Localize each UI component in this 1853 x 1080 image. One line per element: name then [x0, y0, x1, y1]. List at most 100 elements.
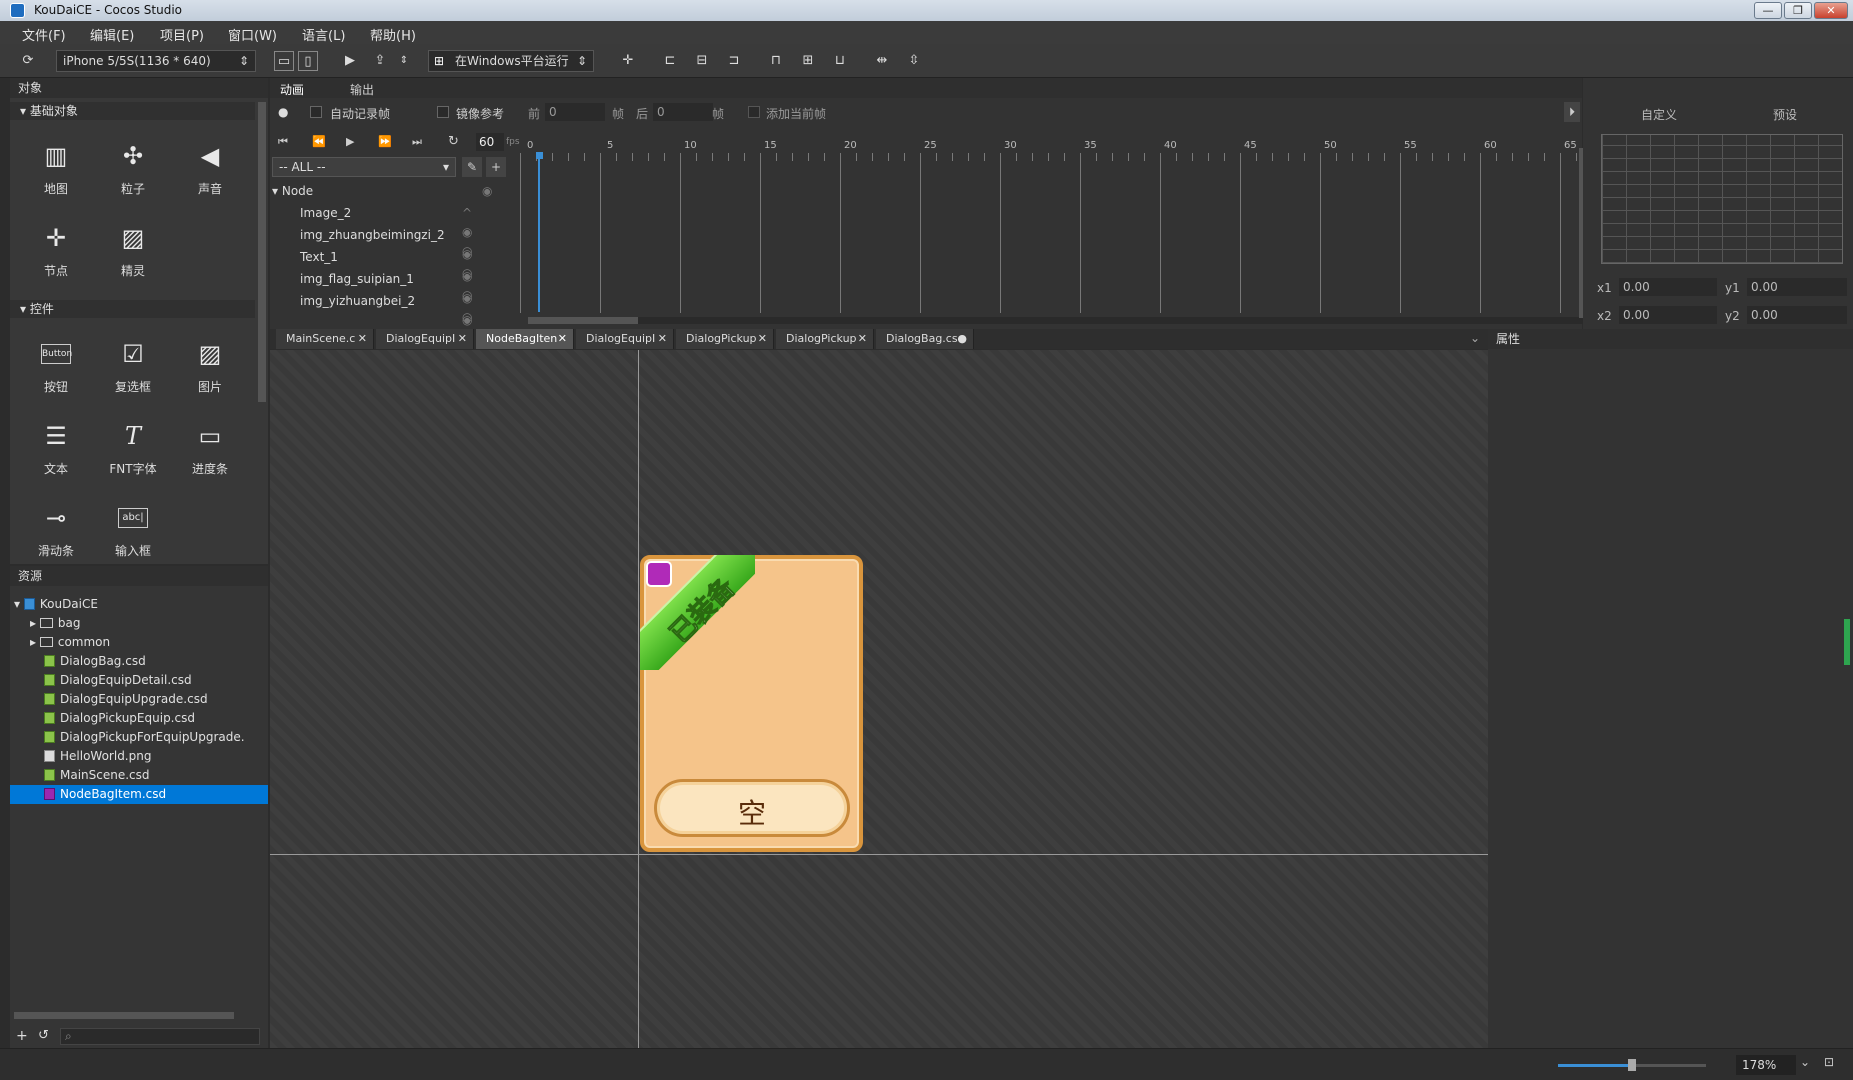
timeline-hscroll-thumb[interactable]: [528, 317, 638, 324]
resource-search-input[interactable]: ⌕: [60, 1028, 260, 1045]
publish-options-icon[interactable]: ⇕: [394, 51, 414, 71]
tree-item-dialogbag[interactable]: DialogBag.csd: [10, 652, 146, 671]
play-animation-icon[interactable]: ▶: [346, 135, 354, 148]
next-frames-input[interactable]: 0: [653, 103, 713, 121]
tree-item-helloworld[interactable]: HelloWorld.png: [10, 747, 151, 766]
device-select[interactable]: iPhone 5/5S(1136 * 640) ⇕: [56, 50, 256, 72]
y2-input[interactable]: 0.00: [1747, 306, 1847, 324]
next-frame-icon[interactable]: ⏩: [378, 135, 392, 148]
tab-list-chevron-icon[interactable]: ⌄: [1470, 331, 1480, 345]
loop-icon[interactable]: ↻: [448, 134, 459, 149]
tree-item-bag[interactable]: ▸ bag: [10, 614, 80, 633]
doc-tab[interactable]: DialogPickup ✕: [676, 329, 774, 349]
object-sprite[interactable]: ▨ 精灵: [97, 222, 169, 279]
mirror-checkbox[interactable]: [437, 106, 449, 118]
tree-root[interactable]: ▾ KouDaiCE: [10, 595, 98, 614]
add-node-icon[interactable]: +: [486, 157, 506, 177]
close-tab-icon[interactable]: ✕: [858, 329, 867, 349]
tab-preset[interactable]: 预设: [1773, 106, 1797, 123]
doc-tab[interactable]: DialogEquipI ✕: [576, 329, 674, 349]
align-center-h-icon[interactable]: ⊟: [692, 51, 712, 71]
publish-icon[interactable]: ⇪: [370, 51, 390, 71]
close-tab-icon[interactable]: ✕: [358, 329, 367, 349]
goto-start-icon[interactable]: ⏮: [278, 135, 288, 149]
control-button[interactable]: Button 按钮: [20, 338, 92, 395]
resources-scrollbar[interactable]: [14, 1012, 234, 1019]
tree-item-common[interactable]: ▸ common: [10, 633, 110, 652]
bag-item-card[interactable]: 已装备 空: [640, 555, 863, 852]
object-particle[interactable]: ✣ 粒子: [97, 140, 169, 197]
anim-node-row[interactable]: img_zhuangbeimingzi_2 ^ ◉ ○: [270, 226, 480, 280]
refresh-icon[interactable]: ↺: [38, 1028, 49, 1043]
prev-frames-input[interactable]: 0: [545, 103, 605, 121]
x2-input[interactable]: 0.00: [1619, 306, 1717, 324]
tab-custom[interactable]: 自定义: [1641, 106, 1677, 123]
y1-input[interactable]: 0.00: [1747, 278, 1847, 296]
menu-project[interactable]: 项目(P): [160, 25, 204, 44]
menu-edit[interactable]: 编辑(E): [90, 25, 134, 44]
zoom-level[interactable]: 178%: [1736, 1055, 1796, 1075]
landscape-icon[interactable]: ▭: [274, 51, 294, 71]
doc-tab[interactable]: DialogBag.cs ●: [876, 329, 974, 349]
fit-screen-icon[interactable]: ⊡: [1824, 1055, 1834, 1069]
run-target-select[interactable]: ⊞ 在Windows平台运行 ⇕: [428, 50, 594, 72]
record-icon[interactable]: ●: [278, 105, 288, 119]
control-checkbox[interactable]: ☑ 复选框: [97, 338, 169, 395]
doc-tab[interactable]: DialogEquipI ✕: [376, 329, 474, 349]
minimize-button[interactable]: —: [1754, 2, 1782, 19]
tab-animation[interactable]: 动画: [280, 81, 304, 98]
properties-scroll-indicator[interactable]: [1844, 619, 1850, 665]
collapse-curve-icon[interactable]: ⏵: [1564, 102, 1580, 122]
align-middle-v-icon[interactable]: ⊞: [798, 51, 818, 71]
zoom-dropdown-icon[interactable]: ⌄: [1800, 1055, 1810, 1069]
distribute-v-icon[interactable]: ⇳: [904, 51, 924, 71]
eye-icon[interactable]: ◉: [482, 182, 492, 201]
menu-file[interactable]: 文件(F): [22, 25, 66, 44]
objects-scrollbar[interactable]: [258, 102, 266, 402]
close-tab-icon[interactable]: ✕: [458, 329, 467, 349]
rotate-device-icon[interactable]: ⟳: [18, 51, 38, 71]
playhead[interactable]: [538, 152, 540, 312]
control-fnt[interactable]: T FNT字体: [97, 420, 169, 477]
doc-tab[interactable]: MainScene.c ✕: [276, 329, 374, 349]
add-icon[interactable]: +: [16, 1028, 28, 1044]
play-icon[interactable]: ▶: [340, 51, 360, 71]
align-top-icon[interactable]: ⊓: [766, 51, 786, 71]
anim-node-row[interactable]: img_yizhuangbei_2^ ◉ ○: [270, 292, 480, 346]
fps-input[interactable]: 60: [476, 133, 504, 151]
basic-objects-header[interactable]: ▾ 基础对象: [10, 102, 255, 120]
menu-window[interactable]: 窗口(W): [228, 25, 277, 44]
close-tab-icon[interactable]: ✕: [658, 329, 667, 349]
doc-tab[interactable]: DialogPickup ✕: [776, 329, 874, 349]
edit-icon[interactable]: ✎: [462, 157, 482, 177]
tree-item-dialogequipupgrade[interactable]: DialogEquipUpgrade.csd: [10, 690, 208, 709]
timeline-hscroll[interactable]: [528, 317, 1596, 324]
add-current-checkbox[interactable]: [748, 106, 760, 118]
anchor-icon[interactable]: ✛: [618, 51, 638, 71]
goto-end-icon[interactable]: ⏭: [412, 135, 422, 149]
tree-item-nodebagitem[interactable]: NodeBagItem.csd: [10, 785, 268, 804]
close-tab-icon[interactable]: ✕: [758, 329, 767, 349]
anim-node-row[interactable]: Text_1 ^ ◉ ○: [270, 248, 480, 302]
object-sound[interactable]: ◀ 声音: [174, 140, 246, 197]
controls-header[interactable]: ▾ 控件: [10, 300, 255, 318]
curve-grid[interactable]: [1601, 134, 1843, 264]
object-map[interactable]: ▥ 地图: [20, 140, 92, 197]
close-tab-icon[interactable]: ✕: [558, 329, 567, 349]
scene-canvas[interactable]: 已装备 空: [270, 350, 1488, 1048]
tree-item-dialogequipdetail[interactable]: DialogEquipDetail.csd: [10, 671, 192, 690]
align-left-icon[interactable]: ⊏: [660, 51, 680, 71]
modified-dot-icon[interactable]: ●: [957, 329, 967, 349]
object-node[interactable]: ✛ 节点: [20, 222, 92, 279]
anim-node-row[interactable]: img_flag_suipian_1 ^ ◉ ○: [270, 270, 480, 324]
control-progressbar[interactable]: ▭ 进度条: [174, 420, 246, 477]
align-bottom-icon[interactable]: ⊔: [830, 51, 850, 71]
close-window-button[interactable]: ✕: [1814, 2, 1848, 19]
doc-tab-active[interactable]: NodeBagIten ✕: [476, 329, 574, 349]
distribute-h-icon[interactable]: ⇹: [872, 51, 892, 71]
menu-help[interactable]: 帮助(H): [370, 25, 416, 44]
x1-input[interactable]: 0.00: [1619, 278, 1717, 296]
zoom-slider-thumb[interactable]: [1628, 1059, 1636, 1071]
portrait-icon[interactable]: ▯: [298, 51, 318, 71]
tree-item-dialogpickupequip[interactable]: DialogPickupEquip.csd: [10, 709, 195, 728]
